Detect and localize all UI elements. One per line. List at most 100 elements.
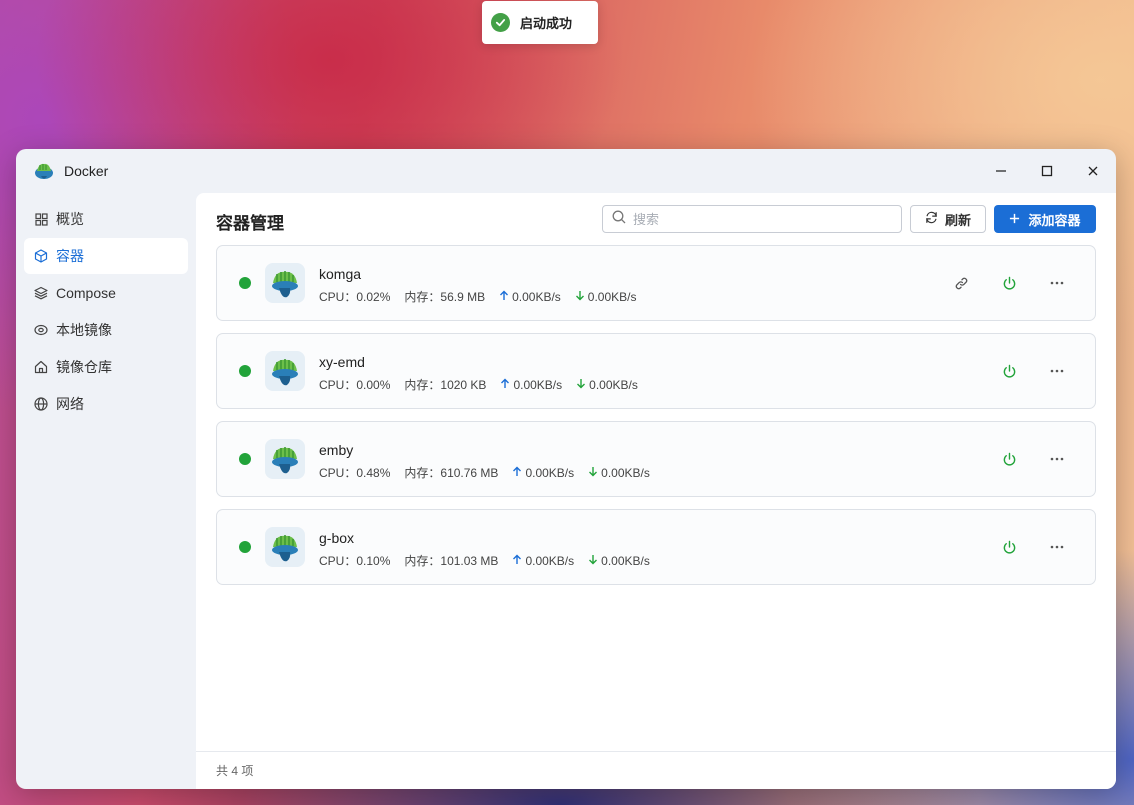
docker-logo-icon <box>33 160 55 182</box>
running-status-dot <box>239 365 251 377</box>
more-menu-button[interactable] <box>1047 449 1067 469</box>
add-container-label: 添加容器 <box>1028 212 1081 228</box>
sidebar-item-local-images[interactable]: 本地镜像 <box>24 312 188 348</box>
arrow-down-icon <box>588 466 598 480</box>
upload-rate: 0.00KB/s <box>512 289 561 304</box>
item-count: 共 4 项 <box>216 764 254 778</box>
container-name: xy-emd <box>319 354 365 370</box>
download-rate: 0.00KB/s <box>587 289 637 304</box>
refresh-button[interactable]: 刷新 <box>910 205 986 233</box>
cpu-value: 0.10% <box>356 554 391 568</box>
container-image-icon <box>265 263 305 303</box>
search-box[interactable] <box>602 205 902 233</box>
cpu-label: CPU： <box>319 378 357 392</box>
download-rate: 0.00KB/s <box>601 553 650 568</box>
search-input[interactable] <box>633 211 883 227</box>
cpu-value: 0.48% <box>356 466 391 480</box>
sidebar-item-network[interactable]: 网络 <box>24 386 188 422</box>
arrow-up-icon <box>512 466 522 480</box>
arrow-up-icon <box>499 290 509 304</box>
upload-rate: 0.00KB/s <box>513 377 563 392</box>
sidebar-item-containers[interactable]: 容器 <box>24 238 188 274</box>
mem-value: 610.76 MB <box>440 466 499 480</box>
upload-rate: 0.00KB/s <box>525 553 575 568</box>
sidebar-item-label: 网络 <box>56 396 84 412</box>
more-menu-button[interactable] <box>1047 537 1067 557</box>
container-image-icon <box>265 351 305 391</box>
sidebar-item-overview[interactable]: 概览 <box>24 201 188 237</box>
grid-icon <box>34 212 48 226</box>
arrow-down-icon <box>575 290 585 304</box>
container-card-emby[interactable]: emby CPU：0.48% 内存：610.76 MB 0.00KB/s 0.0… <box>216 421 1096 497</box>
mem-label: 内存： <box>404 554 441 568</box>
sidebar-item-registry[interactable]: 镜像仓库 <box>24 349 188 385</box>
sidebar-item-label: 本地镜像 <box>56 322 112 338</box>
mem-value: 1020 KB <box>440 378 487 392</box>
container-stats: CPU：0.00% 内存：1020 KB 0.00KB/s 0.00KB/s <box>319 376 638 393</box>
title-bar[interactable]: Docker <box>16 149 1116 193</box>
minimize-button[interactable] <box>990 160 1012 182</box>
power-button[interactable] <box>999 537 1019 557</box>
container-card-komga[interactable]: komga CPU：0.02% 内存：56.9 MB 0.00KB/s 0.00… <box>216 245 1096 321</box>
success-toast: 启动成功 <box>482 1 598 44</box>
container-name: emby <box>319 442 354 458</box>
home-icon <box>34 360 48 374</box>
container-image-icon <box>265 439 305 479</box>
mem-label: 内存： <box>404 378 441 392</box>
container-image-icon <box>265 527 305 567</box>
cube-icon <box>34 249 48 263</box>
mem-value: 101.03 MB <box>440 554 499 568</box>
link-button[interactable] <box>951 273 971 293</box>
cpu-label: CPU： <box>319 554 357 568</box>
cpu-value: 0.02% <box>356 290 391 304</box>
main-panel: 容器管理 刷新 添加容器 <box>196 193 1116 789</box>
docker-window: Docker 概览 容器 Compose 本地镜像 镜像仓库 网络 容器管理 搜… <box>16 149 1116 789</box>
toast-message: 启动成功 <box>520 16 573 31</box>
download-rate: 0.00KB/s <box>601 465 650 480</box>
window-title: Docker <box>64 163 109 179</box>
plus-icon <box>1009 212 1020 227</box>
power-button[interactable] <box>999 361 1019 381</box>
disc-icon <box>34 323 48 337</box>
more-menu-button[interactable] <box>1047 273 1067 293</box>
power-button[interactable] <box>999 449 1019 469</box>
layers-icon <box>34 286 48 300</box>
container-card-g-box[interactable]: g-box CPU：0.10% 内存：101.03 MB 0.00KB/s 0.… <box>216 509 1096 585</box>
search-icon <box>612 210 626 229</box>
mem-value: 56.9 MB <box>440 290 486 304</box>
running-status-dot <box>239 541 251 553</box>
refresh-label: 刷新 <box>944 212 971 228</box>
running-status-dot <box>239 277 251 289</box>
container-card-xy-emd[interactable]: xy-emd CPU：0.00% 内存：1020 KB 0.00KB/s 0.0… <box>216 333 1096 409</box>
container-stats: CPU：0.48% 内存：610.76 MB 0.00KB/s 0.00KB/s <box>319 464 650 481</box>
maximize-button[interactable] <box>1036 160 1058 182</box>
arrow-up-icon <box>512 554 522 568</box>
power-button[interactable] <box>999 273 1019 293</box>
arrow-down-icon <box>588 554 598 568</box>
arrow-up-icon <box>500 378 510 392</box>
upload-rate: 0.00KB/s <box>525 465 575 480</box>
check-circle-icon <box>491 13 510 32</box>
container-name: g-box <box>319 530 355 546</box>
more-menu-button[interactable] <box>1047 361 1067 381</box>
refresh-icon <box>925 211 938 227</box>
container-stats: CPU：0.02% 内存：56.9 MB 0.00KB/s 0.00KB/s <box>319 288 637 305</box>
sidebar-item-compose[interactable]: Compose <box>24 275 188 311</box>
page-title: 容器管理 <box>216 214 284 233</box>
container-stats: CPU：0.10% 内存：101.03 MB 0.00KB/s 0.00KB/s <box>319 552 650 569</box>
container-name: komga <box>319 266 362 282</box>
mem-label: 内存： <box>404 466 441 480</box>
sidebar-item-label: 概览 <box>56 211 84 227</box>
arrow-down-icon <box>576 378 586 392</box>
sidebar-item-label: 镜像仓库 <box>56 359 112 375</box>
sidebar-item-label: 容器 <box>56 248 84 264</box>
cpu-label: CPU： <box>319 290 357 304</box>
globe-icon <box>34 397 48 411</box>
add-container-button[interactable]: 添加容器 <box>994 205 1096 233</box>
container-list: komga CPU：0.02% 内存：56.9 MB 0.00KB/s 0.00… <box>216 245 1096 597</box>
list-footer: 共 4 项 <box>196 751 1116 789</box>
sidebar-item-label: Compose <box>56 285 116 301</box>
running-status-dot <box>239 453 251 465</box>
download-rate: 0.00KB/s <box>589 377 638 392</box>
close-button[interactable] <box>1082 160 1104 182</box>
